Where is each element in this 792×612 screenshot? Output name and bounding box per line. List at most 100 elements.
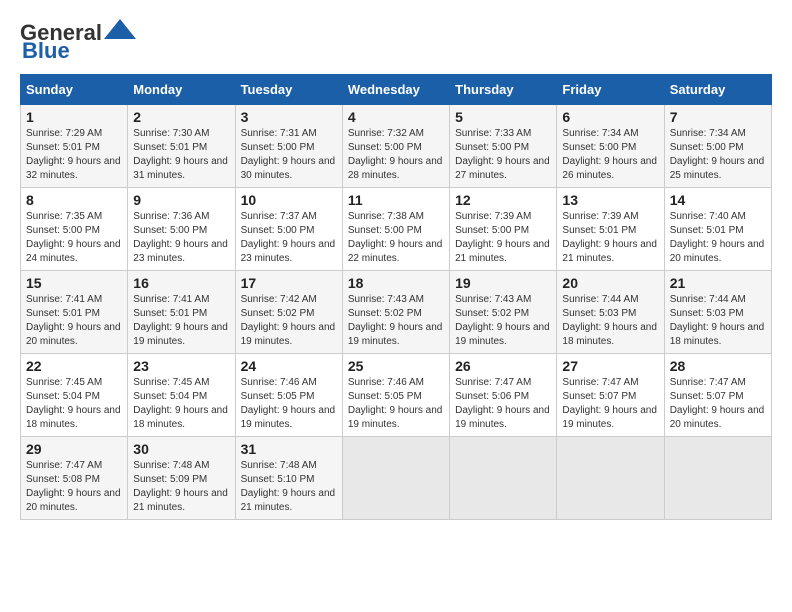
day-number: 3 [241,109,337,125]
col-header-saturday: Saturday [664,75,771,105]
day-number: 24 [241,358,337,374]
day-number: 12 [455,192,551,208]
page-header: General Blue [20,20,772,64]
logo: General Blue [20,20,136,64]
day-info: Sunrise: 7:44 AMSunset: 5:03 PMDaylight:… [670,294,765,347]
day-info: Sunrise: 7:47 AMSunset: 5:06 PMDaylight:… [455,377,550,430]
day-number: 29 [26,441,122,457]
calendar-header-row: SundayMondayTuesdayWednesdayThursdayFrid… [21,75,772,105]
calendar-cell: 26Sunrise: 7:47 AMSunset: 5:06 PMDayligh… [450,354,557,437]
calendar-cell [557,437,664,520]
col-header-tuesday: Tuesday [235,75,342,105]
day-info: Sunrise: 7:46 AMSunset: 5:05 PMDaylight:… [241,377,336,430]
day-number: 6 [562,109,658,125]
day-info: Sunrise: 7:46 AMSunset: 5:05 PMDaylight:… [348,377,443,430]
day-info: Sunrise: 7:41 AMSunset: 5:01 PMDaylight:… [133,294,228,347]
day-number: 16 [133,275,229,291]
day-number: 28 [670,358,766,374]
calendar-cell: 15 Sunrise: 7:41 AMSunset: 5:01 PMDayligh… [21,271,128,354]
day-info: Sunrise: 7:47 AMSunset: 5:08 PMDaylight:… [26,460,121,513]
day-info: Sunrise: 7:36 AMSunset: 5:00 PMDaylight:… [133,211,228,264]
calendar-cell: 10 Sunrise: 7:37 AMSunset: 5:00 PMDayligh… [235,188,342,271]
day-info: Sunrise: 7:42 AMSunset: 5:02 PMDaylight:… [241,294,336,347]
calendar-cell: 7Sunrise: 7:34 AMSunset: 5:00 PMDaylight… [664,105,771,188]
calendar-row: 22 Sunrise: 7:45 AMSunset: 5:04 PMDayligh… [21,354,772,437]
day-number: 25 [348,358,444,374]
calendar-cell: 16 Sunrise: 7:41 AMSunset: 5:01 PMDayligh… [128,271,235,354]
day-number: 17 [241,275,337,291]
calendar-cell: 11Sunrise: 7:38 AMSunset: 5:00 PMDayligh… [342,188,449,271]
day-info: Sunrise: 7:35 AMSunset: 5:00 PMDaylight:… [26,211,121,264]
day-info: Sunrise: 7:44 AMSunset: 5:03 PMDaylight:… [562,294,657,347]
day-info: Sunrise: 7:41 AMSunset: 5:01 PMDaylight:… [26,294,121,347]
day-number: 13 [562,192,658,208]
day-info: Sunrise: 7:47 AMSunset: 5:07 PMDaylight:… [562,377,657,430]
day-number: 22 [26,358,122,374]
day-info: Sunrise: 7:34 AMSunset: 5:00 PMDaylight:… [562,128,657,181]
day-number: 4 [348,109,444,125]
calendar-cell: 29 Sunrise: 7:47 AMSunset: 5:08 PMDayligh… [21,437,128,520]
day-number: 2 [133,109,229,125]
calendar-cell: 21Sunrise: 7:44 AMSunset: 5:03 PMDayligh… [664,271,771,354]
day-number: 14 [670,192,766,208]
calendar-cell: 8 Sunrise: 7:35 AMSunset: 5:00 PMDaylight… [21,188,128,271]
col-header-sunday: Sunday [21,75,128,105]
calendar-cell: 2 Sunrise: 7:30 AMSunset: 5:01 PMDaylight… [128,105,235,188]
calendar-cell [664,437,771,520]
day-number: 20 [562,275,658,291]
day-info: Sunrise: 7:38 AMSunset: 5:00 PMDaylight:… [348,211,443,264]
calendar-cell: 3 Sunrise: 7:31 AMSunset: 5:00 PMDaylight… [235,105,342,188]
calendar-cell: 1 Sunrise: 7:29 AMSunset: 5:01 PMDaylight… [21,105,128,188]
calendar-cell: 18 Sunrise: 7:43 AMSunset: 5:02 PMDayligh… [342,271,449,354]
day-number: 8 [26,192,122,208]
day-number: 18 [348,275,444,291]
day-number: 30 [133,441,229,457]
day-number: 23 [133,358,229,374]
day-info: Sunrise: 7:30 AMSunset: 5:01 PMDaylight:… [133,128,228,181]
calendar-cell: 12 Sunrise: 7:39 AMSunset: 5:00 PMDayligh… [450,188,557,271]
col-header-friday: Friday [557,75,664,105]
col-header-thursday: Thursday [450,75,557,105]
day-info: Sunrise: 7:29 AMSunset: 5:01 PMDaylight:… [26,128,121,181]
day-info: Sunrise: 7:47 AMSunset: 5:07 PMDaylight:… [670,377,765,430]
day-info: Sunrise: 7:32 AMSunset: 5:00 PMDaylight:… [348,128,443,181]
day-info: Sunrise: 7:31 AMSunset: 5:00 PMDaylight:… [241,128,336,181]
day-number: 31 [241,441,337,457]
calendar-cell: 28 Sunrise: 7:47 AMSunset: 5:07 PMDayligh… [664,354,771,437]
logo-blue: Blue [22,38,70,64]
calendar-cell: 30Sunrise: 7:48 AMSunset: 5:09 PMDayligh… [128,437,235,520]
calendar-cell: 9 Sunrise: 7:36 AMSunset: 5:00 PMDaylight… [128,188,235,271]
calendar-cell: 13Sunrise: 7:39 AMSunset: 5:01 PMDayligh… [557,188,664,271]
day-info: Sunrise: 7:34 AMSunset: 5:00 PMDaylight:… [670,128,765,181]
day-info: Sunrise: 7:40 AMSunset: 5:01 PMDaylight:… [670,211,765,264]
calendar-cell: 23 Sunrise: 7:45 AMSunset: 5:04 PMDayligh… [128,354,235,437]
calendar-row: 29 Sunrise: 7:47 AMSunset: 5:08 PMDayligh… [21,437,772,520]
day-number: 15 [26,275,122,291]
day-number: 27 [562,358,658,374]
day-number: 1 [26,109,122,125]
day-info: Sunrise: 7:39 AMSunset: 5:00 PMDaylight:… [455,211,550,264]
calendar-row: 15 Sunrise: 7:41 AMSunset: 5:01 PMDayligh… [21,271,772,354]
calendar-cell: 5Sunrise: 7:33 AMSunset: 5:00 PMDaylight… [450,105,557,188]
day-info: Sunrise: 7:37 AMSunset: 5:00 PMDaylight:… [241,211,336,264]
calendar-cell: 17 Sunrise: 7:42 AMSunset: 5:02 PMDayligh… [235,271,342,354]
calendar-cell: 31Sunrise: 7:48 AMSunset: 5:10 PMDayligh… [235,437,342,520]
day-number: 19 [455,275,551,291]
day-info: Sunrise: 7:45 AMSunset: 5:04 PMDaylight:… [133,377,228,430]
calendar-cell: 20 Sunrise: 7:44 AMSunset: 5:03 PMDayligh… [557,271,664,354]
calendar-cell [342,437,449,520]
day-number: 9 [133,192,229,208]
calendar-cell: 14 Sunrise: 7:40 AMSunset: 5:01 PMDayligh… [664,188,771,271]
day-number: 10 [241,192,337,208]
day-info: Sunrise: 7:45 AMSunset: 5:04 PMDaylight:… [26,377,121,430]
calendar-cell: 25 Sunrise: 7:46 AMSunset: 5:05 PMDayligh… [342,354,449,437]
day-number: 5 [455,109,551,125]
calendar-cell: 24 Sunrise: 7:46 AMSunset: 5:05 PMDayligh… [235,354,342,437]
col-header-monday: Monday [128,75,235,105]
calendar-cell: 6 Sunrise: 7:34 AMSunset: 5:00 PMDaylight… [557,105,664,188]
calendar-cell [450,437,557,520]
calendar-cell: 4 Sunrise: 7:32 AMSunset: 5:00 PMDaylight… [342,105,449,188]
calendar-table: SundayMondayTuesdayWednesdayThursdayFrid… [20,74,772,520]
day-info: Sunrise: 7:43 AMSunset: 5:02 PMDaylight:… [348,294,443,347]
calendar-row: 8 Sunrise: 7:35 AMSunset: 5:00 PMDaylight… [21,188,772,271]
